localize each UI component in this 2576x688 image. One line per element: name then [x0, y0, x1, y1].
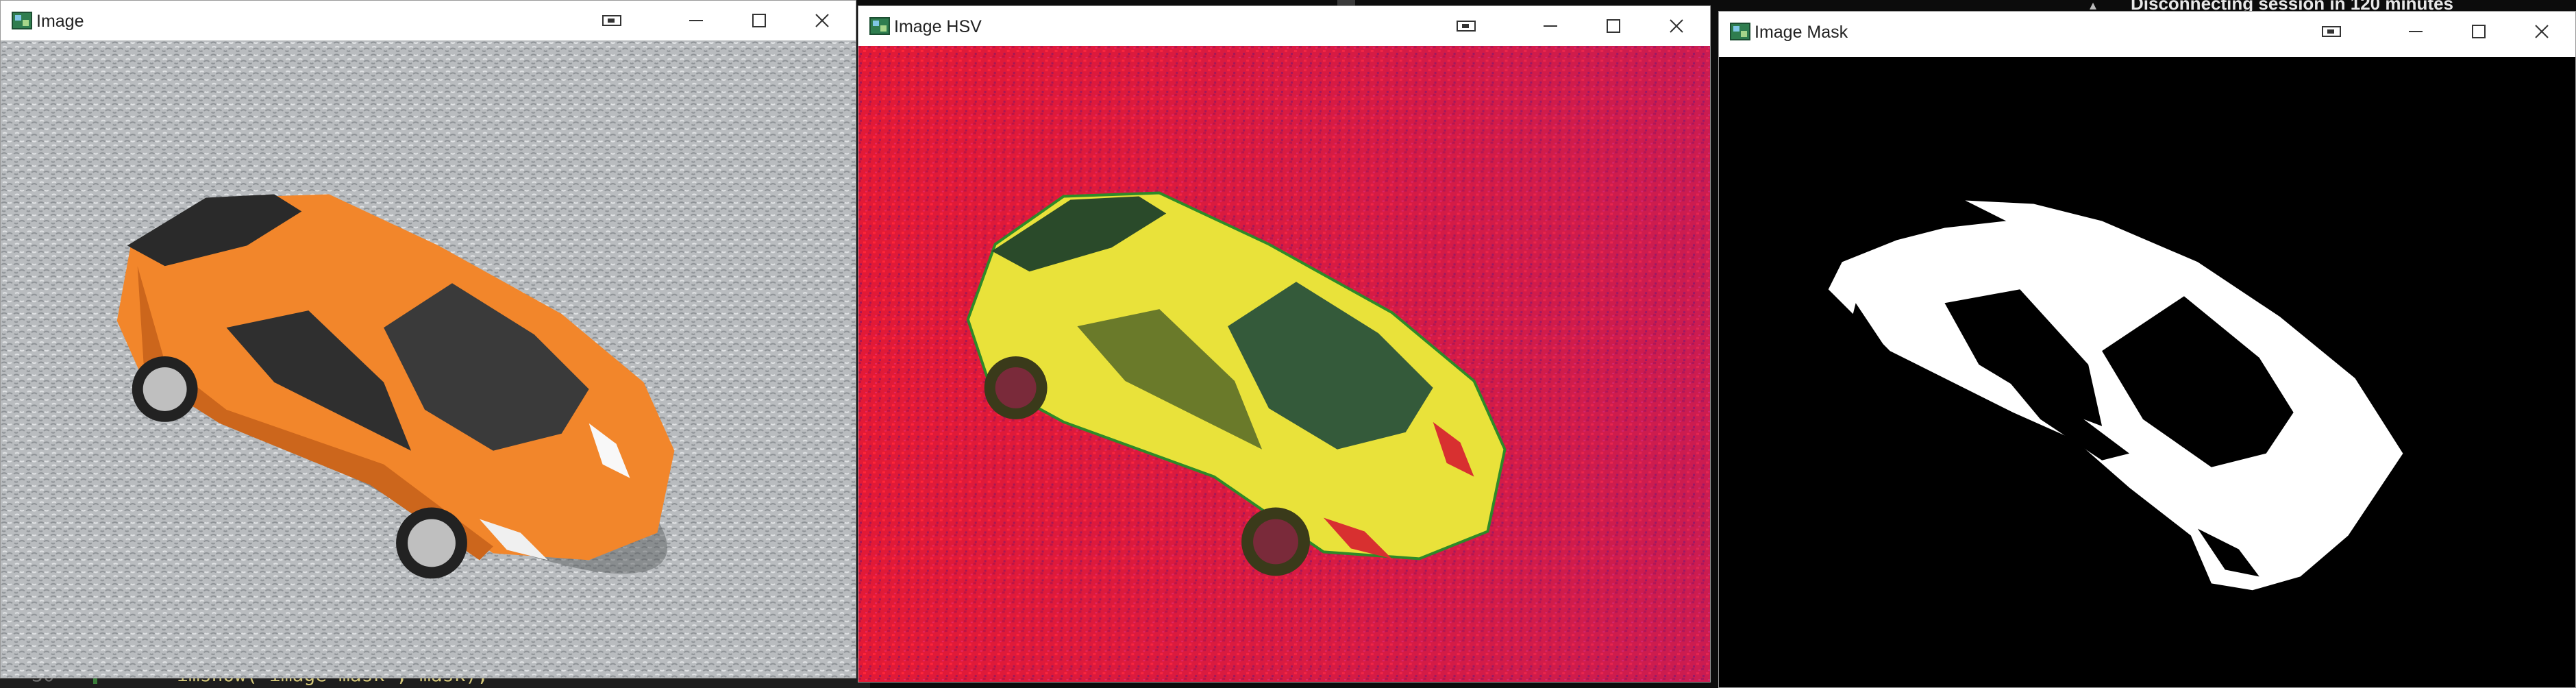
image-view[interactable] [1, 40, 856, 678]
minimize-icon[interactable] [2385, 12, 2447, 51]
zoom-icon[interactable] [2301, 12, 2363, 51]
app-icon [12, 12, 32, 29]
minimize-icon[interactable] [1520, 6, 1581, 46]
app-icon [1730, 23, 1750, 40]
titlebar[interactable]: Image [1, 1, 856, 40]
titlebar[interactable]: Image HSV [858, 6, 1710, 46]
car-mask [1719, 57, 2575, 687]
image-mask-view[interactable] [1719, 57, 2575, 687]
close-icon[interactable] [1646, 6, 1707, 46]
minimize-icon[interactable] [665, 1, 727, 40]
zoom-icon[interactable] [582, 1, 643, 40]
window-image-hsv[interactable]: Image HSV [858, 5, 1711, 683]
zoom-icon[interactable] [1436, 6, 1498, 46]
car-hsv-photo [858, 46, 1710, 682]
window-image[interactable]: Image [0, 0, 856, 678]
maximize-icon[interactable] [1583, 6, 1644, 46]
close-icon[interactable] [791, 1, 853, 40]
window-title: Image [36, 12, 84, 31]
window-title: Image Mask [1755, 23, 1848, 42]
maximize-icon[interactable] [728, 1, 790, 40]
window-image-mask[interactable]: Image Mask [1718, 11, 2576, 688]
titlebar[interactable]: Image Mask [1719, 12, 2575, 51]
chevron-up-icon: ▴ [2090, 0, 2097, 13]
maximize-icon[interactable] [2448, 12, 2510, 51]
app-icon [869, 17, 890, 35]
window-title: Image HSV [894, 17, 982, 36]
close-icon[interactable] [2511, 12, 2573, 51]
car-photo [1, 40, 856, 678]
image-hsv-view[interactable] [858, 46, 1710, 682]
